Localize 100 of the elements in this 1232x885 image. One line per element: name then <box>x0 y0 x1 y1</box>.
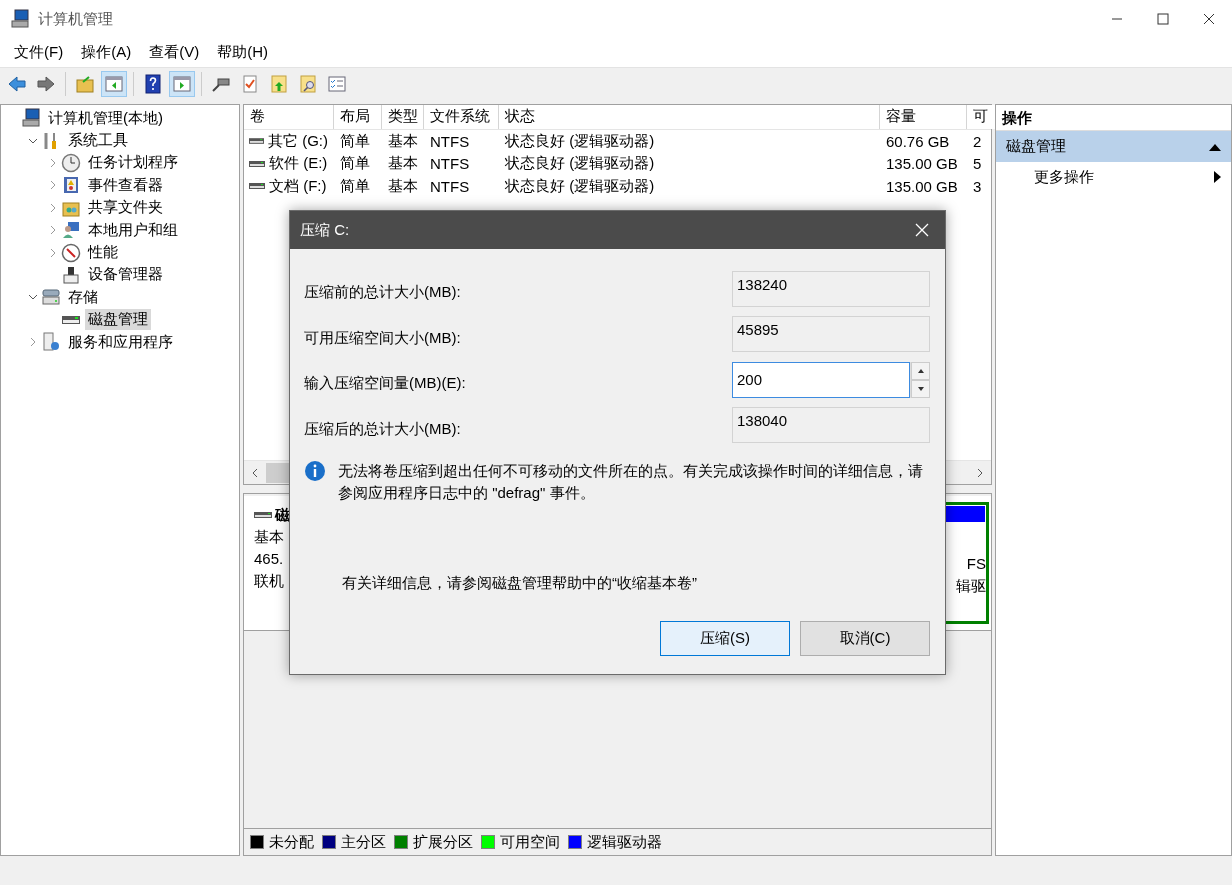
find-icon <box>298 74 318 94</box>
field-label: 可用压缩空间大小(MB): <box>304 327 461 348</box>
window-title: 计算机管理 <box>38 9 113 29</box>
tree-item[interactable]: 事件查看器 <box>85 174 166 196</box>
section-label: 磁盘管理 <box>1006 137 1066 156</box>
number-field[interactable]: 200 <box>732 361 910 398</box>
table-cell-text: 简单 <box>339 131 371 151</box>
actions-section[interactable]: 磁盘管理 <box>996 131 1231 162</box>
table-cell-text: 60.76 GB <box>885 132 951 150</box>
table-cell-text: 基本 <box>387 131 419 151</box>
legend-label: 可用空间 <box>500 832 560 852</box>
disk-info-text: 465. <box>254 549 285 569</box>
field-label: 压缩后的总计大小(MB): <box>304 418 461 439</box>
table-cell: 软件 (E:) <box>269 154 328 174</box>
tree-item[interactable]: 系统工具 <box>65 130 131 152</box>
forward-arrow-icon <box>36 74 56 94</box>
readonly-field: 138040 <box>732 407 930 444</box>
tree-item[interactable]: 性能 <box>85 242 121 264</box>
table-cell-text: 基本 <box>387 154 419 174</box>
table-cell-text: 状态良好 (逻辑驱动器) <box>504 176 656 196</box>
table-cell-text: 2 <box>972 132 983 150</box>
expand-chevron-icon[interactable] <box>28 337 38 348</box>
maximize-icon <box>1157 13 1169 25</box>
properties-list-icon <box>327 74 347 94</box>
table-cell-text: 135.00 GB <box>885 155 959 173</box>
tree-item[interactable]: 计算机管理(本地) <box>45 107 166 129</box>
help-icon <box>143 74 163 94</box>
action-pane-icon <box>172 74 192 94</box>
table-cell-text: 状态良好 (逻辑驱动器) <box>504 154 656 174</box>
folder-up-icon <box>75 74 95 94</box>
close-icon <box>915 223 929 237</box>
scroll-left-icon <box>251 467 259 478</box>
storage-icon <box>41 287 61 308</box>
down-arrow-icon <box>917 386 924 391</box>
submenu-arrow-icon <box>1214 171 1221 183</box>
tree-item[interactable]: 磁盘管理 <box>85 309 151 331</box>
menu-item[interactable]: 文件(F) <box>5 43 73 62</box>
legend-label: 逻辑驱动器 <box>587 832 662 852</box>
menu-item[interactable]: 帮助(H) <box>208 43 277 62</box>
dialog-title: 压缩 C: <box>300 220 350 240</box>
partition-text: 辑驱 <box>955 576 986 596</box>
legend-label: 未分配 <box>269 832 314 852</box>
tree-item[interactable]: 设备管理器 <box>85 264 166 286</box>
close-icon <box>1203 13 1215 25</box>
partition-text: FS <box>965 554 986 574</box>
expand-chevron-icon[interactable] <box>48 202 58 213</box>
up-arrow-icon <box>917 368 924 373</box>
scroll-right-icon <box>976 467 984 478</box>
menu-item[interactable]: 操作(A) <box>72 43 141 62</box>
users-icon <box>61 220 81 241</box>
table-cell-text: 简单 <box>339 154 371 174</box>
volume-icon <box>249 136 264 147</box>
volume-icon <box>249 181 265 192</box>
device-icon <box>61 264 81 285</box>
disk-name: 磁 <box>275 505 290 525</box>
legend-label: 主分区 <box>341 832 386 852</box>
table-cell-text: 135.00 GB <box>885 177 959 195</box>
disk-info-text: 联机 <box>254 571 285 591</box>
export-icon <box>269 74 289 94</box>
expand-chevron-icon[interactable] <box>48 247 58 258</box>
field-label: 压缩前的总计大小(MB): <box>304 282 461 303</box>
tree-item[interactable]: 本地用户和组 <box>85 219 181 241</box>
tree-item[interactable]: 服务和应用程序 <box>65 331 176 353</box>
expand-chevron-icon[interactable] <box>48 225 58 236</box>
readonly-field: 45895 <box>732 316 930 353</box>
shrink-button[interactable]: 压缩(S) <box>660 621 790 656</box>
info-icon <box>304 460 326 482</box>
table-cell-text: 3 <box>972 177 983 195</box>
disk-info-text: 基本 <box>254 527 285 547</box>
computer-management-icon <box>10 9 30 29</box>
cancel-button[interactable]: 取消(C) <box>800 621 930 656</box>
action-link[interactable]: 更多操作 <box>1034 167 1094 187</box>
gauge-icon <box>61 242 81 263</box>
tree-item[interactable]: 任务计划程序 <box>85 152 181 174</box>
table-cell-text: 简单 <box>339 176 371 196</box>
table-cell-text: 状态良好 (逻辑驱动器) <box>504 131 656 151</box>
help-message: 有关详细信息，请参阅磁盘管理帮助中的“收缩基本卷” <box>342 574 698 593</box>
clock-icon <box>61 152 81 173</box>
table-cell: 其它 (G:) <box>268 131 328 151</box>
menu-item[interactable]: 查看(V) <box>140 43 209 62</box>
event-log-icon <box>61 175 81 196</box>
server-icon <box>41 332 61 353</box>
table-cell-text: 5 <box>972 155 983 173</box>
partition-bar <box>945 506 985 522</box>
table-cell-text: 基本 <box>387 176 419 196</box>
tree-item[interactable]: 存储 <box>65 286 101 308</box>
expand-chevron-icon[interactable] <box>48 157 58 168</box>
table-cell-text: NTFS <box>429 155 471 173</box>
readonly-field: 138240 <box>732 270 930 307</box>
spin-up-button[interactable] <box>911 361 930 380</box>
console-tree-icon <box>104 74 124 94</box>
legend-label: 扩展分区 <box>413 832 473 852</box>
back-arrow-icon <box>7 74 27 94</box>
field-label: 输入压缩空间量(MB)(E): <box>304 373 466 394</box>
tree-item[interactable]: 共享文件夹 <box>85 197 166 219</box>
volume-icon <box>249 158 265 169</box>
expand-chevron-icon[interactable] <box>48 180 58 191</box>
checklist-icon <box>240 74 260 94</box>
computer-icon <box>21 108 41 129</box>
info-message: 无法将卷压缩到超出任何不可移动的文件所在的点。有关完成该操作时间的详细信息，请参阅应用程序日志中的 "defrag" 事件。 <box>338 461 924 503</box>
